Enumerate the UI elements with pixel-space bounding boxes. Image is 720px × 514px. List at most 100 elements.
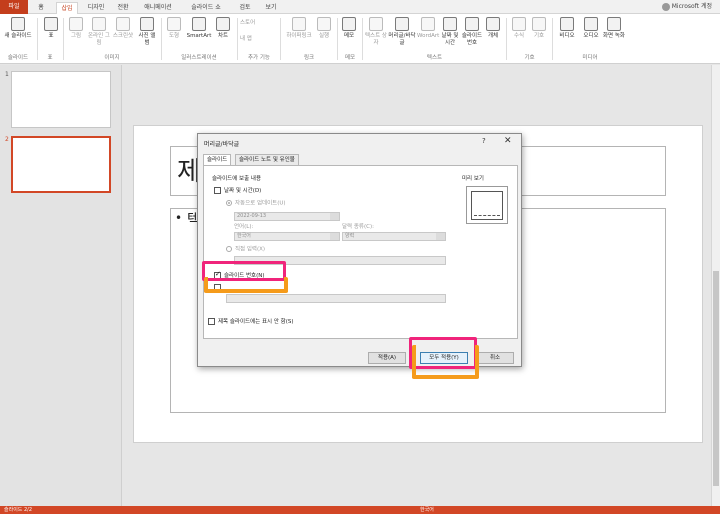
slide-thumbnail-pane: 1 2 <box>0 65 122 506</box>
equation-button[interactable]: 수식 <box>510 17 528 40</box>
screen-recording-button[interactable]: 화면 녹화 <box>603 17 625 40</box>
smartart-icon <box>192 17 206 31</box>
dialog-panel: 슬라이드에 보출 내용 날짜 및 시간(D) 자동으로 업데이트(U) 2022… <box>203 165 518 339</box>
screenshot-button[interactable]: 스크린샷 <box>111 17 135 40</box>
ribbon: 새 슬라이드 표 그림 온라인 그림 스크린샷 사진 앨범 도형 SmartAr… <box>0 14 720 64</box>
tab-review[interactable]: 검토 <box>236 2 254 14</box>
radio[interactable] <box>226 246 232 252</box>
account-label: Microsoft 계정 <box>671 3 712 10</box>
group-label-illustrations: 일러스트레이션 <box>181 55 217 61</box>
radio[interactable] <box>226 200 232 206</box>
tab-design[interactable]: 디자인 <box>84 2 108 14</box>
symbol-button[interactable]: 기호 <box>530 17 548 40</box>
vertical-scrollbar[interactable] <box>711 65 720 506</box>
tab-notes-handouts[interactable]: 슬라이드 노트 및 유인물 <box>235 154 299 165</box>
tab-home[interactable]: 홈 <box>34 2 48 14</box>
status-slide-count: 슬라이드 2/2 <box>4 507 33 513</box>
calendar-type-label: 달력 종류(C): <box>342 224 374 230</box>
slide-number-button[interactable]: 슬라이드 번호 <box>461 17 483 47</box>
apply-button[interactable]: 적용(A) <box>368 352 406 364</box>
group-label-links: 링크 <box>303 55 315 61</box>
chevron-down-icon <box>330 213 339 220</box>
preview-box <box>466 186 508 224</box>
date-format-select[interactable]: 2022-09-13 <box>234 212 340 221</box>
header-footer-icon <box>395 17 409 31</box>
tab-animations[interactable]: 애니메이션 <box>138 2 178 14</box>
group-label-tables: 표 <box>47 55 53 61</box>
auto-update-radio[interactable]: 자동으로 업데이트(U) <box>226 200 286 208</box>
tab-transitions[interactable]: 전환 <box>114 2 132 14</box>
photo-album-button[interactable]: 사진 앨범 <box>137 17 157 47</box>
video-icon <box>560 17 574 31</box>
tab-file[interactable]: 파일 <box>0 0 28 14</box>
hyperlink-button[interactable]: 하이퍼링크 <box>284 17 314 40</box>
table-icon <box>44 17 58 31</box>
scrollbar-thumb[interactable] <box>713 271 719 486</box>
calendar-type-select[interactable]: 양력 <box>342 232 446 241</box>
chart-icon <box>216 17 230 31</box>
screenshot-icon <box>116 17 130 31</box>
tab-slideshow[interactable]: 슬라이드 쇼 <box>190 2 222 14</box>
thumbnail-number: 1 <box>5 71 9 78</box>
bullet: • <box>175 211 183 225</box>
help-icon[interactable]: ? <box>482 137 486 145</box>
close-icon[interactable]: ✕ <box>504 136 512 146</box>
text-box-icon <box>369 17 383 31</box>
date-time-button[interactable]: 날짜 및 시간 <box>440 17 460 47</box>
slide-thumbnail-1[interactable] <box>11 71 111 128</box>
ribbon-tab-bar: 파일 홈 삽입 디자인 전환 애니메이션 슬라이드 쇼 검토 보기 Micros… <box>0 0 720 14</box>
group-label-slides: 슬라이드 <box>7 55 29 61</box>
chart-button[interactable]: 차트 <box>214 17 232 40</box>
shapes-icon <box>167 17 181 31</box>
wordart-icon <box>421 17 435 31</box>
calendar-icon <box>443 17 457 31</box>
text-box-button[interactable]: 텍스트 상자 <box>365 17 387 47</box>
language-select[interactable]: 한국어 <box>234 232 340 241</box>
dialog-title: 머리글/바닥글 <box>204 141 240 148</box>
highlight-box-orange <box>412 345 479 379</box>
group-label-media: 미디어 <box>582 55 598 61</box>
status-bar: 슬라이드 2/2 한국어 <box>0 506 720 514</box>
group-label-symbols: 기호 <box>524 55 535 61</box>
checkbox[interactable] <box>214 187 221 194</box>
action-button[interactable]: 실행 <box>315 17 333 40</box>
tab-view[interactable]: 보기 <box>262 2 280 14</box>
shapes-button[interactable]: 도형 <box>164 17 184 40</box>
dont-show-on-title-checkbox[interactable]: 제목 슬라이드에는 표시 안 함(S) <box>208 318 294 326</box>
star-icon <box>317 17 331 31</box>
date-time-checkbox[interactable]: 날짜 및 시간(D) <box>214 187 261 195</box>
table-button[interactable]: 표 <box>41 17 61 40</box>
smartart-button[interactable]: SmartArt <box>186 17 212 40</box>
header-footer-button[interactable]: 머리글/바닥글 <box>388 17 416 47</box>
new-slide-icon <box>11 17 25 31</box>
thumbnail-number: 2 <box>5 136 9 143</box>
footer-text-input[interactable] <box>226 294 446 303</box>
picture-button[interactable]: 그림 <box>66 17 86 40</box>
online-picture-button[interactable]: 온라인 그림 <box>88 17 110 47</box>
preview-label: 미리 보기 <box>462 176 484 182</box>
group-label-text: 텍스트 <box>426 55 443 61</box>
fixed-radio[interactable]: 직접 입력(X) <box>226 246 265 254</box>
tab-insert[interactable]: 삽입 <box>56 2 78 14</box>
group-label-comments: 메모 <box>344 55 356 61</box>
hyperlink-icon <box>292 17 306 31</box>
account[interactable]: Microsoft 계정 <box>661 2 712 12</box>
header-footer-dialog: 머리글/바닥글 ? ✕ 슬라이드 슬라이드 노트 및 유인물 슬라이드에 보출 … <box>197 133 522 367</box>
cancel-button[interactable]: 취소 <box>476 352 514 364</box>
new-slide-button[interactable]: 새 슬라이드 <box>2 17 34 40</box>
preview-footer-line <box>474 215 500 216</box>
audio-button[interactable]: 오디오 <box>580 17 602 40</box>
object-button[interactable]: 개체 <box>484 17 502 40</box>
status-language: 한국어 <box>420 507 434 513</box>
my-apps-button[interactable]: 내 앱 <box>240 36 276 43</box>
group-label-images: 이미지 <box>104 55 120 61</box>
photo-album-icon <box>140 17 154 31</box>
slide-thumbnail-2[interactable] <box>11 136 111 193</box>
store-button[interactable]: 스토어 <box>240 20 276 27</box>
tab-slide[interactable]: 슬라이드 <box>203 154 232 165</box>
speaker-icon <box>584 17 598 31</box>
checkbox[interactable] <box>208 318 215 325</box>
video-button[interactable]: 비디오 <box>556 17 578 40</box>
wordart-button[interactable]: WordArt <box>417 17 439 40</box>
comment-button[interactable]: 메모 <box>340 17 358 40</box>
